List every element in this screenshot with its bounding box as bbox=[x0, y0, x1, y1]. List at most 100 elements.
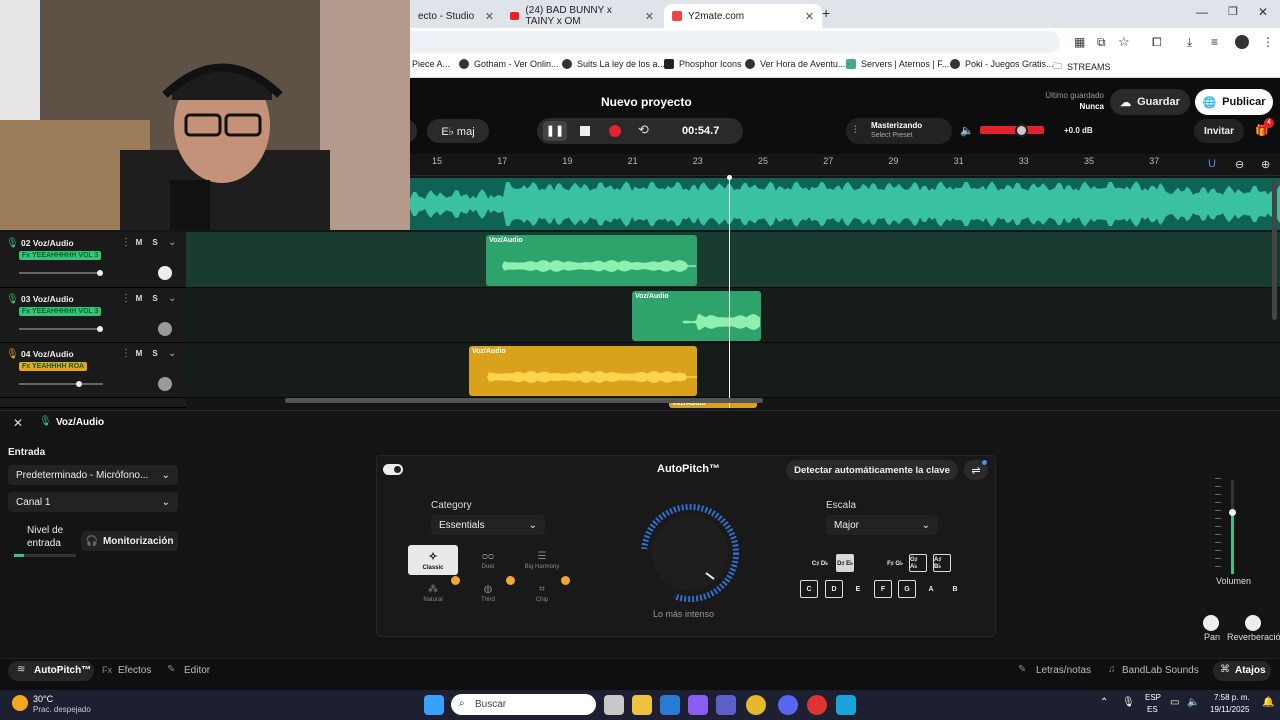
track-volume-handle[interactable] bbox=[97, 270, 103, 276]
speaker-icon[interactable]: 🔈 bbox=[960, 124, 974, 137]
lyrics-button[interactable]: Letras/notas bbox=[1036, 665, 1091, 676]
volume-tray-icon[interactable]: 🔈 bbox=[1187, 697, 1199, 708]
bookmark-item[interactable]: Suits La ley de los a... bbox=[562, 59, 665, 69]
track-volume-handle[interactable] bbox=[76, 381, 82, 387]
bookmark-item[interactable]: Poki - Juegos Gratis... bbox=[950, 59, 1054, 69]
app-icon[interactable] bbox=[807, 695, 827, 715]
menu-dots-icon[interactable]: ⋮ bbox=[1262, 35, 1274, 49]
solo-button[interactable]: S bbox=[149, 293, 161, 305]
track-name[interactable]: 04 Voz/Audio bbox=[21, 349, 74, 359]
tab-studio[interactable]: ecto - Studio ✕ bbox=[410, 4, 502, 28]
network-icon[interactable]: ▭ bbox=[1170, 697, 1179, 708]
preset-duet[interactable]: ᴑᴑ Duet bbox=[463, 545, 513, 575]
lang-layout[interactable]: ES bbox=[1147, 705, 1158, 714]
key-g[interactable]: G bbox=[898, 580, 916, 598]
playhead[interactable] bbox=[729, 176, 730, 408]
track-name[interactable]: 02 Voz/Audio bbox=[21, 238, 74, 248]
track-volume-handle[interactable] bbox=[97, 326, 103, 332]
audio-clip[interactable]: Voz/Audio bbox=[469, 346, 697, 396]
preset-big-harmony[interactable]: ☰ Big Harmony bbox=[517, 545, 567, 575]
mute-button[interactable]: M bbox=[133, 237, 145, 249]
reading-list-icon[interactable]: ▦ bbox=[1074, 35, 1085, 49]
fx-tag[interactable]: Fx YEEAHHHHH VOL 3 bbox=[19, 307, 102, 316]
close-icon[interactable]: ✕ bbox=[805, 10, 814, 23]
copilot-icon[interactable] bbox=[688, 695, 708, 715]
track-menu-icon[interactable]: ⋮ bbox=[121, 237, 131, 248]
bookmark-star-icon[interactable]: ☆ bbox=[1118, 34, 1130, 50]
track-volume-slider[interactable] bbox=[19, 272, 103, 274]
chevron-down-icon[interactable]: ⌄ bbox=[168, 237, 176, 248]
track-pan-knob[interactable] bbox=[158, 266, 172, 280]
teams-icon[interactable] bbox=[716, 695, 736, 715]
track-lane-02[interactable] bbox=[186, 232, 1280, 288]
track-volume-slider[interactable] bbox=[19, 328, 103, 330]
media-icon[interactable]: ≡ bbox=[1211, 35, 1218, 49]
mic-tray-icon[interactable]: 🎙 bbox=[1122, 697, 1135, 708]
fx-tag[interactable]: Fx YEEAHHHHH VOL 3 bbox=[19, 251, 102, 260]
key-d-sharp[interactable]: D♯ E♭ bbox=[836, 554, 854, 572]
pause-button[interactable]: ❚❚ bbox=[543, 121, 567, 141]
pan-knob[interactable] bbox=[1203, 615, 1219, 631]
bookmark-item[interactable]: Gotham - Ver Onlin... bbox=[459, 59, 559, 69]
playhead-handle[interactable] bbox=[727, 175, 732, 180]
invite-button[interactable]: Invitar bbox=[1194, 119, 1244, 143]
track-pan-knob[interactable] bbox=[158, 322, 172, 336]
close-icon[interactable]: ✕ bbox=[645, 10, 654, 23]
windows-start-icon[interactable] bbox=[424, 695, 444, 715]
channel-select[interactable]: Canal 1 ⌄ bbox=[8, 492, 178, 512]
preset-classic[interactable]: ✧ Classic bbox=[408, 545, 458, 575]
tab-youtube[interactable]: (24) BAD BUNNY x TAINY x OM ✕ bbox=[502, 4, 662, 28]
bookmark-folder[interactable]: 🗀 STREAMS bbox=[1053, 59, 1111, 75]
zoom-out-icon[interactable]: ⊖ bbox=[1235, 158, 1244, 171]
track-menu-icon[interactable]: ⋮ bbox=[121, 293, 131, 304]
track-pan-knob[interactable] bbox=[158, 377, 172, 391]
track-lane-04[interactable] bbox=[186, 343, 1280, 398]
track-volume-slider[interactable] bbox=[19, 383, 103, 385]
tab-editor[interactable]: Editor bbox=[184, 665, 210, 676]
preset-chip[interactable]: ⌗ Chip bbox=[517, 578, 567, 608]
close-icon[interactable]: ✕ bbox=[485, 10, 494, 23]
audio-clip[interactable]: Voz/Audio bbox=[486, 235, 697, 286]
bookmark-item[interactable]: Ver Hora de Aventu... bbox=[745, 59, 845, 69]
close-panel-icon[interactable]: ✕ bbox=[13, 416, 23, 430]
download-icon[interactable]: ⤓ bbox=[1187, 35, 1192, 50]
discord-icon[interactable] bbox=[778, 695, 798, 715]
monitor-button[interactable]: 🎧 Monitorización bbox=[81, 531, 178, 551]
lang-code[interactable]: ESP bbox=[1145, 693, 1161, 702]
detect-key-button[interactable]: Detectar automáticamente la clave bbox=[786, 460, 958, 480]
maximize-icon[interactable]: ❐ bbox=[1228, 5, 1238, 18]
volume-slider[interactable] bbox=[1231, 480, 1234, 574]
solo-button[interactable]: S bbox=[149, 237, 161, 249]
master-waveform-lane[interactable] bbox=[410, 178, 1280, 230]
key-b[interactable]: B bbox=[946, 580, 964, 598]
category-select[interactable]: Essentials ⌄ bbox=[431, 515, 545, 535]
notifications-icon[interactable]: 🔔 bbox=[1262, 697, 1274, 708]
track-menu-icon[interactable]: ⋮ bbox=[121, 348, 131, 359]
scale-select[interactable]: Major ⌄ bbox=[826, 515, 938, 535]
key-g-sharp[interactable]: G♯ A♭ bbox=[909, 554, 927, 572]
bookmark-item[interactable]: Phosphor Icons bbox=[664, 59, 742, 69]
input-device-select[interactable]: Predeterminado - Micrófono... ⌄ bbox=[8, 465, 178, 485]
new-tab-icon[interactable]: + bbox=[822, 5, 830, 21]
key-c[interactable]: C bbox=[800, 580, 818, 598]
chevron-down-icon[interactable]: ⌄ bbox=[168, 348, 176, 359]
solo-button[interactable]: S bbox=[149, 348, 161, 360]
profile-avatar[interactable] bbox=[1235, 35, 1249, 49]
stop-button[interactable] bbox=[580, 126, 590, 136]
project-title[interactable]: Nuevo proyecto bbox=[601, 95, 692, 109]
volume-handle[interactable] bbox=[1229, 509, 1236, 516]
autopitch-toggle[interactable] bbox=[383, 464, 403, 475]
tab-effects[interactable]: Efectos bbox=[118, 665, 151, 676]
install-app-icon[interactable]: ⧉ bbox=[1097, 35, 1106, 50]
taskbar-search[interactable] bbox=[451, 694, 596, 715]
magnet-icon[interactable]: U bbox=[1208, 158, 1216, 170]
weather-icon[interactable] bbox=[12, 695, 28, 711]
tab-y2mate[interactable]: Y2mate.com ✕ bbox=[664, 4, 822, 28]
key-f-sharp[interactable]: F♯ G♭ bbox=[886, 554, 904, 572]
bookmark-item[interactable]: Servers | Aternos | F... bbox=[846, 59, 949, 69]
track-header-05[interactable] bbox=[0, 398, 186, 408]
horizontal-scrollbar[interactable] bbox=[285, 398, 763, 403]
close-window-icon[interactable]: ✕ bbox=[1258, 5, 1268, 19]
loop-icon[interactable]: ⟲ bbox=[638, 122, 649, 138]
key-d[interactable]: D bbox=[825, 580, 843, 598]
